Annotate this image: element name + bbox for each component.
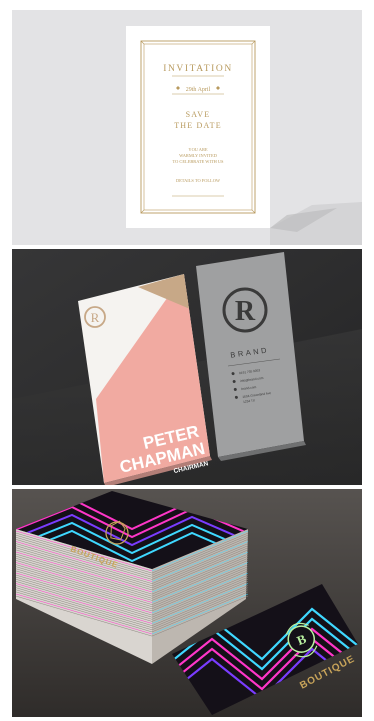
save-line-1: SAVE bbox=[186, 110, 211, 119]
business-card-photo: R BRAND 0191 735 9053 info@brand.com bra… bbox=[12, 249, 362, 485]
body-line-3: TO CELEBRATE WITH US bbox=[173, 159, 224, 164]
invitation-title: INVITATION bbox=[163, 64, 233, 74]
body-line-2: WARMLY INVITED bbox=[179, 153, 217, 158]
save-line-2: THE DATE bbox=[174, 121, 222, 130]
body-line-1: YOU ARE bbox=[188, 147, 207, 152]
invitation-date: 29th April bbox=[186, 87, 211, 93]
details-line: DETAILS TO FOLLOW bbox=[176, 178, 221, 183]
boutique-card-photo: BOUTIQUE B BOUTIQUE bbox=[12, 489, 362, 717]
brand-monogram: R bbox=[235, 296, 256, 327]
card-monogram: R bbox=[91, 310, 100, 325]
invitation-photo: INVITATION 29th April SAVE THE DATE YOU … bbox=[12, 10, 362, 245]
